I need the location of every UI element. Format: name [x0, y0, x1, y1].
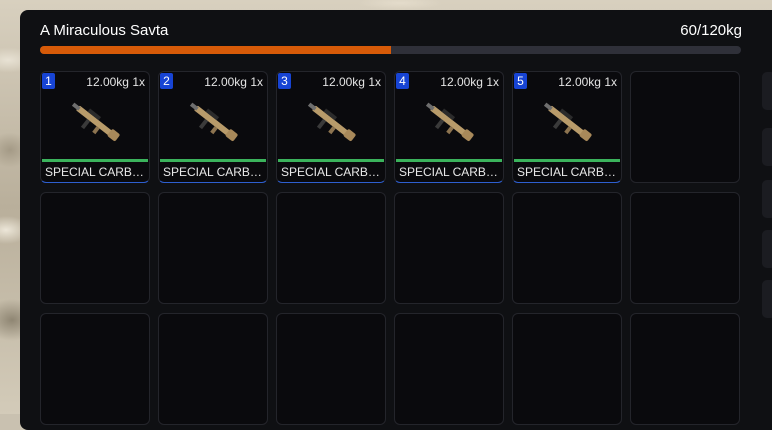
slot-item-label: SPECIAL CARBINE [517, 165, 617, 179]
slot-weight-count: 12.00kg 1x [558, 75, 617, 89]
inventory-weight: 60/120kg [680, 22, 742, 39]
slot-number-badge: 2 [160, 73, 173, 89]
inventory-slot-empty[interactable] [158, 313, 268, 425]
slot-weight-count: 12.00kg 1x [440, 75, 499, 89]
inventory-grid: 1 12.00kg 1x SPECIAL CARBINE 2 12.00kg 1… [40, 71, 740, 425]
inventory-slot-empty[interactable] [394, 192, 504, 304]
durability-bar [278, 159, 384, 162]
slot-weight-count: 12.00kg 1x [86, 75, 145, 89]
weight-progress-fill [40, 46, 391, 54]
inventory-title: A Miraculous Savta [40, 22, 169, 39]
rifle-icon [307, 102, 356, 141]
inventory-slot-empty[interactable] [394, 313, 504, 425]
inventory-slot-empty[interactable] [276, 192, 386, 304]
slot-number-badge: 3 [278, 73, 291, 89]
slot-number-badge: 4 [396, 73, 409, 89]
inventory-slot-empty[interactable] [512, 192, 622, 304]
slot-item-label: SPECIAL CARBINE [163, 165, 263, 179]
side-panel-button[interactable] [762, 72, 772, 110]
inventory-slot-empty[interactable] [40, 313, 150, 425]
inventory-slot-empty[interactable] [512, 313, 622, 425]
inventory-slot-4[interactable]: 4 12.00kg 1x SPECIAL CARBINE [394, 71, 504, 183]
inventory-slot-empty[interactable] [630, 313, 740, 425]
inventory-slot-empty[interactable] [40, 192, 150, 304]
inventory-slot-1[interactable]: 1 12.00kg 1x SPECIAL CARBINE [40, 71, 150, 183]
rifle-icon [71, 102, 120, 141]
inventory-slot-2[interactable]: 2 12.00kg 1x SPECIAL CARBINE [158, 71, 268, 183]
slot-item-label: SPECIAL CARBINE [281, 165, 381, 179]
durability-bar [514, 159, 620, 162]
inventory-slot-5[interactable]: 5 12.00kg 1x SPECIAL CARBINE [512, 71, 622, 183]
rifle-icon [189, 102, 238, 141]
durability-bar [42, 159, 148, 162]
side-panel-button[interactable] [762, 230, 772, 268]
inventory-slot-empty[interactable] [158, 192, 268, 304]
weight-progress-bar [40, 46, 741, 54]
slot-item-label: SPECIAL CARBINE [45, 165, 145, 179]
inventory-slot-empty[interactable] [630, 192, 740, 304]
inventory-slot-empty[interactable] [276, 313, 386, 425]
slot-number-badge: 5 [514, 73, 527, 89]
durability-bar [160, 159, 266, 162]
inventory-slot-empty[interactable] [630, 71, 740, 183]
rifle-icon [425, 102, 474, 141]
side-panel-button[interactable] [762, 128, 772, 166]
slot-number-badge: 1 [42, 73, 55, 89]
side-panel-button[interactable] [762, 280, 772, 318]
inventory-slot-3[interactable]: 3 12.00kg 1x SPECIAL CARBINE [276, 71, 386, 183]
side-panel-button[interactable] [762, 180, 772, 218]
durability-bar [396, 159, 502, 162]
slot-weight-count: 12.00kg 1x [204, 75, 263, 89]
slot-item-label: SPECIAL CARBINE [399, 165, 499, 179]
slot-weight-count: 12.00kg 1x [322, 75, 381, 89]
rifle-icon [543, 102, 592, 141]
